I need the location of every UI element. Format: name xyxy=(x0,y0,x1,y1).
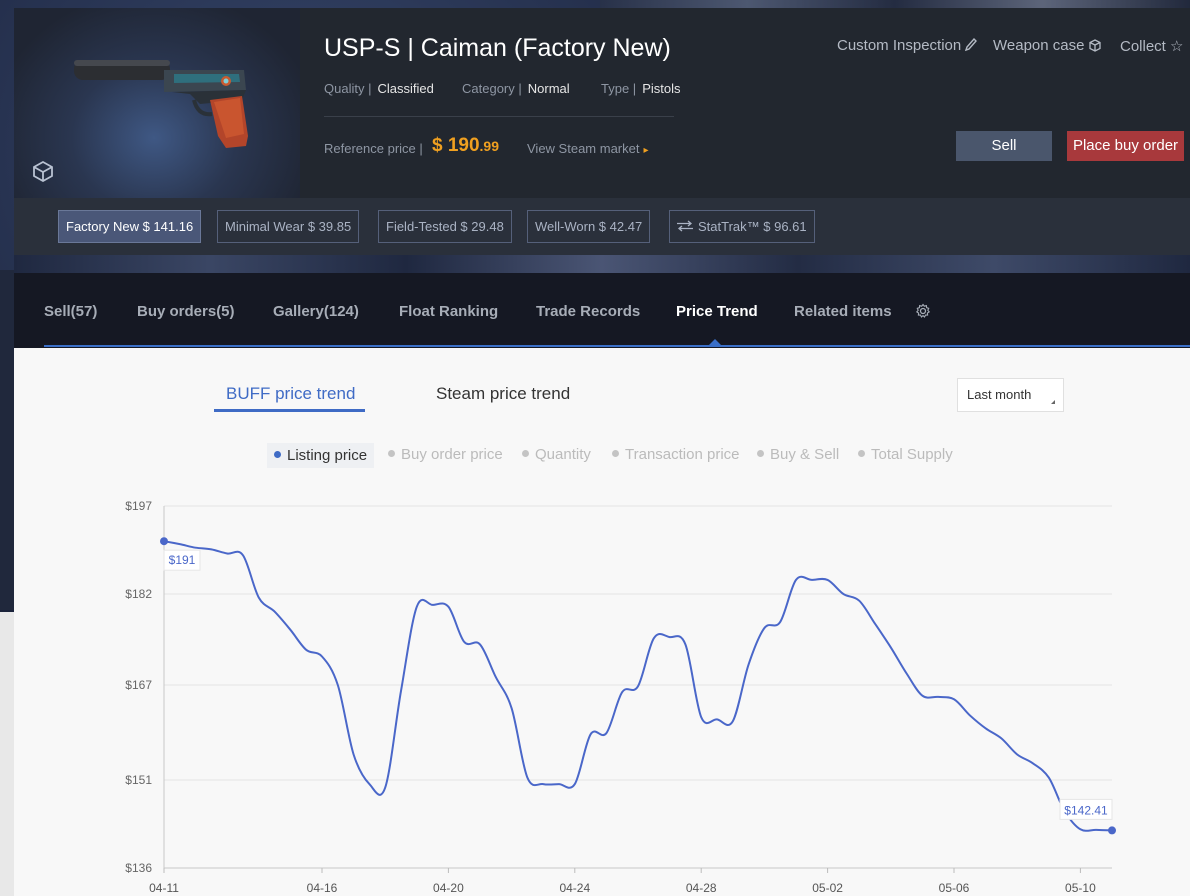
x-tick-label: 05-10 xyxy=(1065,881,1096,895)
x-tick-label: 04-16 xyxy=(307,881,338,895)
price-trend-chart: $197 $182 $167 $151 $136 04-11 04-16 04-20 04-24… xyxy=(125,499,1116,895)
end-point xyxy=(1108,826,1116,835)
y-tick-label: $167 xyxy=(125,678,152,692)
listing-price-line xyxy=(163,540,1113,832)
start-price-label: $191 xyxy=(169,553,196,567)
end-price-label: $142.41 xyxy=(1064,803,1108,817)
x-tick-label: 04-24 xyxy=(559,881,590,895)
y-tick-label: $151 xyxy=(125,773,152,787)
y-tick-label: $136 xyxy=(125,861,152,875)
x-tick-label: 05-06 xyxy=(939,881,970,895)
x-tick-label: 04-11 xyxy=(149,881,179,895)
y-tick-label: $182 xyxy=(125,587,152,601)
y-tick-label: $197 xyxy=(125,499,152,513)
start-point xyxy=(160,537,168,546)
x-tick-label: 04-28 xyxy=(686,881,717,895)
x-tick-label: 04-20 xyxy=(433,881,464,895)
x-tick-label: 05-02 xyxy=(812,881,843,895)
